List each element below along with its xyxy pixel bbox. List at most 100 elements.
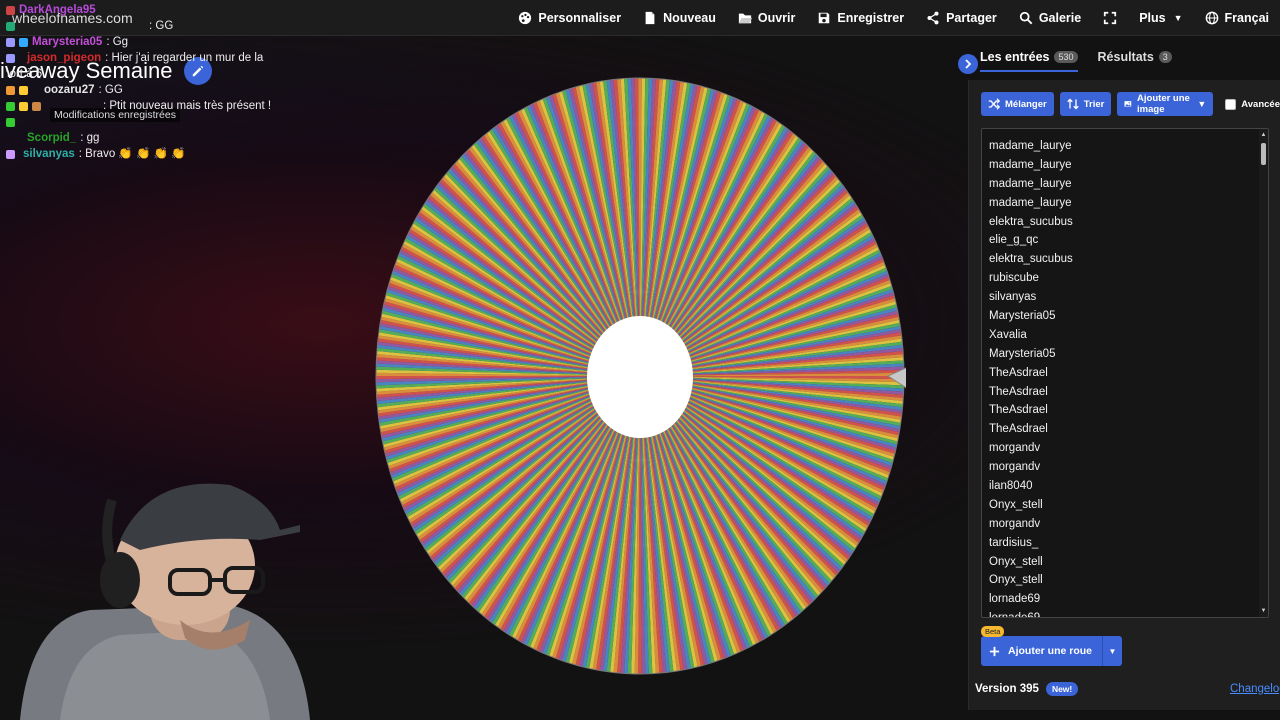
menu-gallery[interactable]: Galerie bbox=[1008, 11, 1092, 25]
wheel-area[interactable] bbox=[374, 76, 906, 676]
shuffle-button[interactable]: Mélanger bbox=[981, 92, 1054, 116]
shuffle-icon bbox=[988, 98, 1000, 110]
spinning-wheel[interactable] bbox=[374, 76, 906, 676]
scroll-up-icon[interactable]: ▲ bbox=[1260, 131, 1267, 139]
entry-line: tardisius_ bbox=[989, 536, 1039, 549]
chat-message: : Hier j'ai regarder un mur de la bbox=[105, 52, 264, 64]
chat-user: Scorpid_ bbox=[27, 132, 77, 144]
fullscreen-icon bbox=[1104, 11, 1117, 25]
sort-label: Trier bbox=[1083, 98, 1105, 110]
shuffle-label: Mélanger bbox=[1005, 98, 1047, 110]
menu-customize-label: Personnaliser bbox=[538, 11, 622, 25]
badge-icon bbox=[6, 53, 15, 63]
badge-icon bbox=[6, 149, 15, 159]
menu-new-label: Nouveau bbox=[663, 11, 716, 25]
menu-gallery-label: Galerie bbox=[1038, 11, 1082, 25]
folder-open-icon bbox=[738, 13, 752, 24]
entry-line: TheAsdrael bbox=[989, 423, 1048, 436]
new-file-icon bbox=[645, 11, 655, 25]
entry-line: elie_g_qc bbox=[989, 234, 1039, 247]
advanced-checkbox[interactable] bbox=[1225, 98, 1237, 110]
entry-line: Marysteria05 bbox=[989, 347, 1056, 360]
add-wheel-group: Beta Ajouter une roue ▼ bbox=[981, 626, 1123, 666]
entry-line: morgandv bbox=[989, 517, 1041, 530]
entry-line: madame_laurye bbox=[989, 196, 1072, 209]
add-image-label: Ajouter une image bbox=[1137, 93, 1190, 115]
entries-toolbar: Mélanger Trier Ajouter une image ▼ Avanc… bbox=[981, 92, 1280, 116]
badge-icon bbox=[19, 101, 28, 111]
chevron-right-icon bbox=[965, 59, 972, 69]
tab-entries-label: Les entrées bbox=[980, 50, 1050, 64]
chat-user: DarkAngela95 bbox=[19, 4, 96, 16]
add-wheel-main[interactable]: Ajouter une roue bbox=[981, 636, 1102, 666]
entries-scrollbar[interactable]: ▲ ▼ bbox=[1259, 129, 1268, 617]
add-wheel-button[interactable]: Ajouter une roue ▼ bbox=[981, 636, 1123, 666]
menu-more[interactable]: Plus ▼ bbox=[1128, 11, 1193, 25]
menu-language[interactable]: Françai bbox=[1194, 11, 1280, 25]
entry-line: morgandv bbox=[989, 442, 1041, 455]
chat-message: : GG bbox=[98, 84, 123, 96]
chat-message: : Bravo 👏 👏 👏 👏 bbox=[78, 148, 186, 160]
webcam-overlay bbox=[0, 470, 320, 720]
badge-icon bbox=[19, 37, 28, 47]
wheel-center[interactable] bbox=[587, 316, 693, 438]
chat-message: mort à 6 bbox=[6, 68, 43, 80]
entry-line: ilan8040 bbox=[989, 480, 1033, 493]
badge-icon bbox=[6, 134, 15, 143]
tab-entries[interactable]: Les entrées 530 bbox=[980, 50, 1078, 72]
version-label: Version 395 bbox=[975, 683, 1039, 695]
chat-line: jason_pigeon: Hier j'ai regarder un mur … bbox=[6, 50, 306, 66]
chat-line: : Ptit nouveau mais très présent ! bbox=[6, 98, 306, 114]
chat-message: : gg bbox=[80, 132, 100, 144]
menu-open[interactable]: Ouvrir bbox=[727, 11, 807, 25]
entries-textarea[interactable]: madame_laurye madame_laurye madame_laurye m… bbox=[981, 128, 1269, 618]
entry-line: Onyx_stell bbox=[989, 574, 1043, 587]
badge-icon bbox=[6, 21, 15, 31]
new-badge: New! bbox=[1045, 682, 1079, 696]
menu-share[interactable]: Partager bbox=[915, 11, 1008, 25]
badge-icon bbox=[6, 37, 15, 47]
globe-icon bbox=[1205, 11, 1218, 25]
entries-count-badge: 530 bbox=[1054, 51, 1078, 63]
chat-user: jason_pigeon bbox=[27, 52, 102, 64]
chat-line: Scorpid_: gg bbox=[6, 130, 306, 146]
menu-fullscreen[interactable] bbox=[1092, 11, 1128, 25]
chat-user: silvanyas bbox=[23, 148, 75, 160]
scroll-down-icon[interactable]: ▼ bbox=[1260, 607, 1267, 615]
chat-line bbox=[6, 114, 306, 130]
add-image-button[interactable]: Ajouter une image ▼ bbox=[1117, 92, 1214, 116]
badge-icon bbox=[32, 101, 41, 111]
menu-new[interactable]: Nouveau bbox=[632, 11, 727, 25]
entry-line: silvanyas bbox=[989, 291, 1037, 304]
chat-line: Marysteria05: Gg bbox=[6, 34, 306, 50]
palette-icon bbox=[519, 11, 532, 25]
chat-line: : GG bbox=[6, 18, 306, 34]
chevron-down-icon: ▼ bbox=[1173, 13, 1183, 23]
menu-save[interactable]: Enregistrer bbox=[806, 11, 915, 25]
menu-open-label: Ouvrir bbox=[757, 11, 796, 25]
chat-line: oozaru27: GG bbox=[6, 82, 306, 98]
advanced-toggle[interactable]: Avancée bbox=[1225, 98, 1280, 110]
stream-chat: DarkAngela95 : GG Marysteria05: Gg jason… bbox=[6, 2, 306, 162]
chat-message: : Gg bbox=[106, 36, 129, 48]
image-icon bbox=[1124, 101, 1132, 107]
add-wheel-dropdown[interactable]: ▼ bbox=[1102, 636, 1122, 666]
collapse-panel-button[interactable] bbox=[958, 54, 978, 74]
plus-icon bbox=[989, 646, 1000, 656]
share-icon bbox=[927, 11, 939, 25]
top-menu: Personnaliser Nouveau Ouvrir Enregistrer… bbox=[507, 0, 1280, 36]
scroll-thumb[interactable] bbox=[1261, 143, 1266, 165]
streamer-illustration bbox=[20, 483, 310, 720]
entries-list: madame_laurye madame_laurye madame_laurye m… bbox=[982, 137, 1262, 617]
chat-line: silvanyas: Bravo 👏 👏 👏 👏 bbox=[6, 146, 306, 162]
changelog-link[interactable]: Changelog bbox=[1230, 683, 1280, 695]
menu-customize[interactable]: Personnaliser bbox=[507, 11, 632, 25]
sort-button[interactable]: Trier bbox=[1059, 92, 1112, 116]
entry-line: TheAsdrael bbox=[989, 404, 1048, 417]
badge-icon bbox=[6, 5, 15, 15]
beta-badge: Beta bbox=[981, 626, 1005, 637]
menu-share-label: Partager bbox=[946, 11, 997, 25]
entry-line: TheAsdrael bbox=[989, 366, 1048, 379]
menu-language-label: Françai bbox=[1224, 11, 1269, 25]
tab-results[interactable]: Résultats 3 bbox=[1098, 50, 1172, 72]
